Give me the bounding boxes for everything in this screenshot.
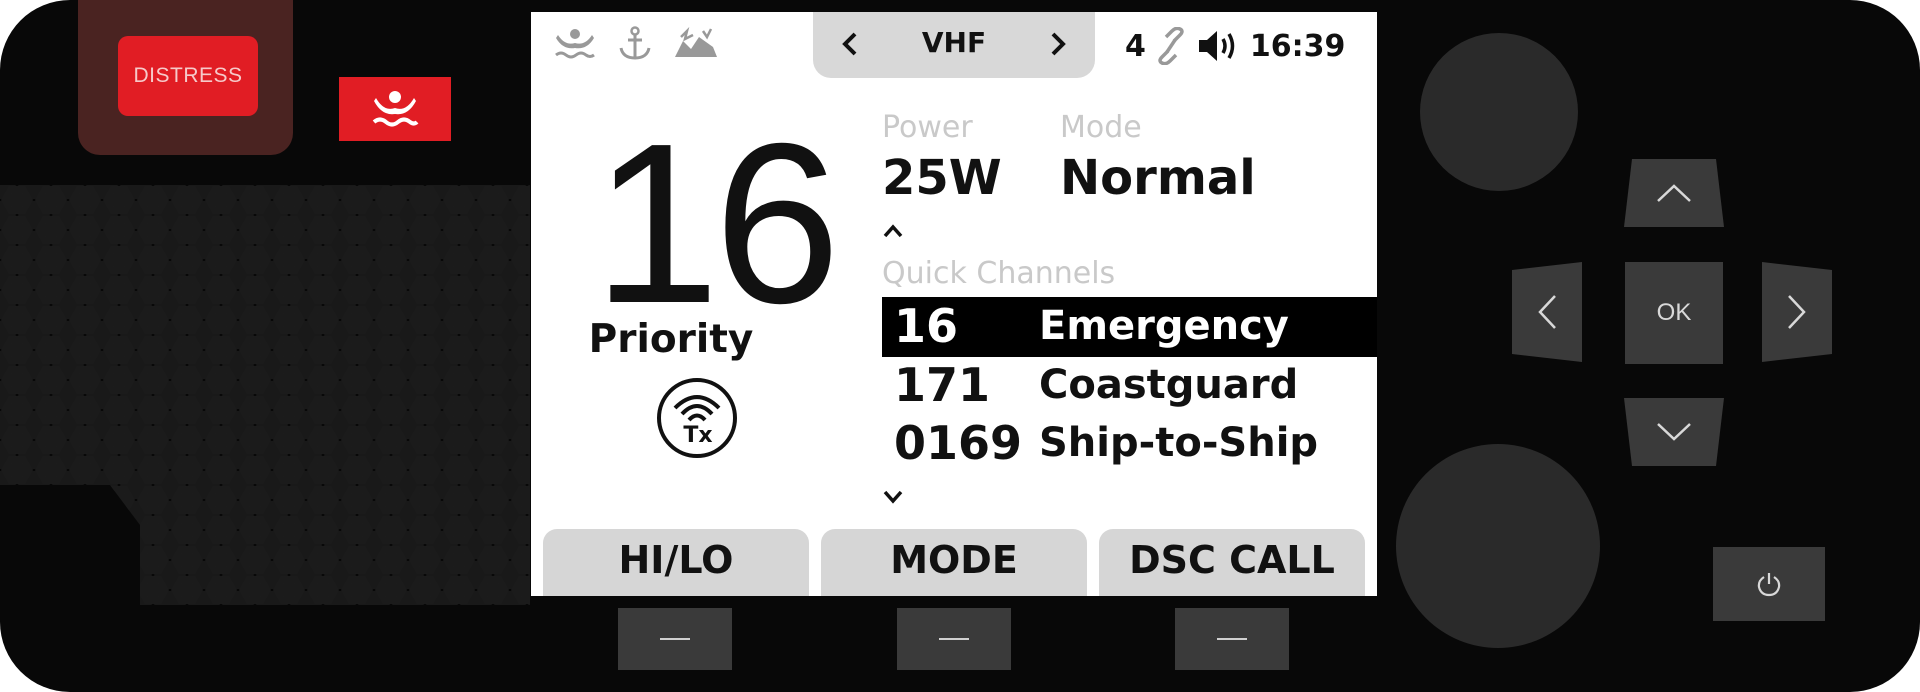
anchor-icon <box>619 26 651 60</box>
softkey-label-dsc-call: DSC CALL <box>1099 529 1365 596</box>
softkey-1-button[interactable] <box>618 608 732 670</box>
dash-mark <box>660 638 690 640</box>
quick-channel-row[interactable]: 16 Emergency <box>882 297 1377 357</box>
clock: 16:39 <box>1249 28 1346 64</box>
quick-channel-name: Ship-to-Ship <box>1039 420 1319 466</box>
radio-panel: DISTRESS VHF 4 16:39 16 Priority Tx Powe… <box>0 0 1920 692</box>
softkey-3-button[interactable] <box>1175 608 1289 670</box>
quick-channel-number: 171 <box>894 358 991 412</box>
status-right: 4 16:39 <box>1125 26 1345 66</box>
power-icon <box>1757 573 1781 597</box>
dpad-right-button[interactable] <box>1762 262 1832 362</box>
link-icon <box>1158 27 1184 65</box>
power-value: 25W <box>882 150 1002 206</box>
quick-channel-name: Coastguard <box>1039 362 1299 408</box>
chevron-left-icon <box>842 32 857 56</box>
channel-tag: Priority <box>588 317 754 362</box>
softkey-label-mode: MODE <box>821 529 1087 596</box>
quick-channels-label: Quick Channels <box>882 256 1116 291</box>
band-label: VHF <box>921 26 987 59</box>
current-channel: 16 <box>593 97 841 351</box>
dash-mark <box>939 638 969 640</box>
chevron-down-icon <box>1657 423 1691 441</box>
quick-channel-number: 0169 <box>894 416 1023 470</box>
chevron-right-icon <box>1051 32 1066 56</box>
man-overboard-button[interactable] <box>339 77 451 141</box>
ok-label: OK <box>1656 299 1692 326</box>
quick-channel-number: 16 <box>894 299 959 353</box>
connection-count: 4 <box>1125 28 1146 64</box>
volume-knob[interactable] <box>1420 33 1578 191</box>
quick-channel-row[interactable]: 171 Coastguard <box>882 356 1377 416</box>
aground-icon <box>675 27 717 57</box>
chevron-up-icon <box>1657 184 1691 202</box>
dash-mark <box>1217 638 1247 640</box>
chevron-up-icon[interactable] <box>882 222 904 240</box>
channel-knob[interactable] <box>1396 444 1600 648</box>
power-button[interactable] <box>1713 547 1825 621</box>
speaker-volume-icon <box>1198 31 1235 61</box>
ok-button[interactable]: OK <box>1625 262 1723 364</box>
chevron-right-icon <box>1788 295 1806 329</box>
transmit-icon: Tx <box>657 378 737 458</box>
chevron-down-icon[interactable] <box>882 488 904 506</box>
dpad-down-button[interactable] <box>1624 398 1724 466</box>
status-icons <box>553 26 719 62</box>
mode-label: Mode <box>1060 110 1142 145</box>
quick-channel-name: Emergency <box>1039 303 1289 349</box>
tx-label: Tx <box>683 423 712 448</box>
chevron-left-icon <box>1538 295 1556 329</box>
speaker-grille <box>0 185 530 605</box>
power-label: Power <box>882 110 973 145</box>
band-next-button[interactable] <box>1043 27 1073 61</box>
mode-value: Normal <box>1060 150 1256 206</box>
man-overboard-icon <box>555 29 595 59</box>
man-overboard-icon <box>372 91 419 127</box>
band-prev-button[interactable] <box>835 27 865 61</box>
display-screen: VHF 4 16:39 16 Priority Tx Power 25W Mod… <box>531 12 1377 596</box>
dpad-up-button[interactable] <box>1624 159 1724 227</box>
dpad-left-button[interactable] <box>1512 262 1582 362</box>
quick-channel-row[interactable]: 0169 Ship-to-Ship <box>882 414 1377 474</box>
distress-button[interactable]: DISTRESS <box>118 36 258 116</box>
softkey-label-hilo: HI/LO <box>543 529 809 596</box>
band-selector: VHF <box>813 12 1095 78</box>
softkey-2-button[interactable] <box>897 608 1011 670</box>
